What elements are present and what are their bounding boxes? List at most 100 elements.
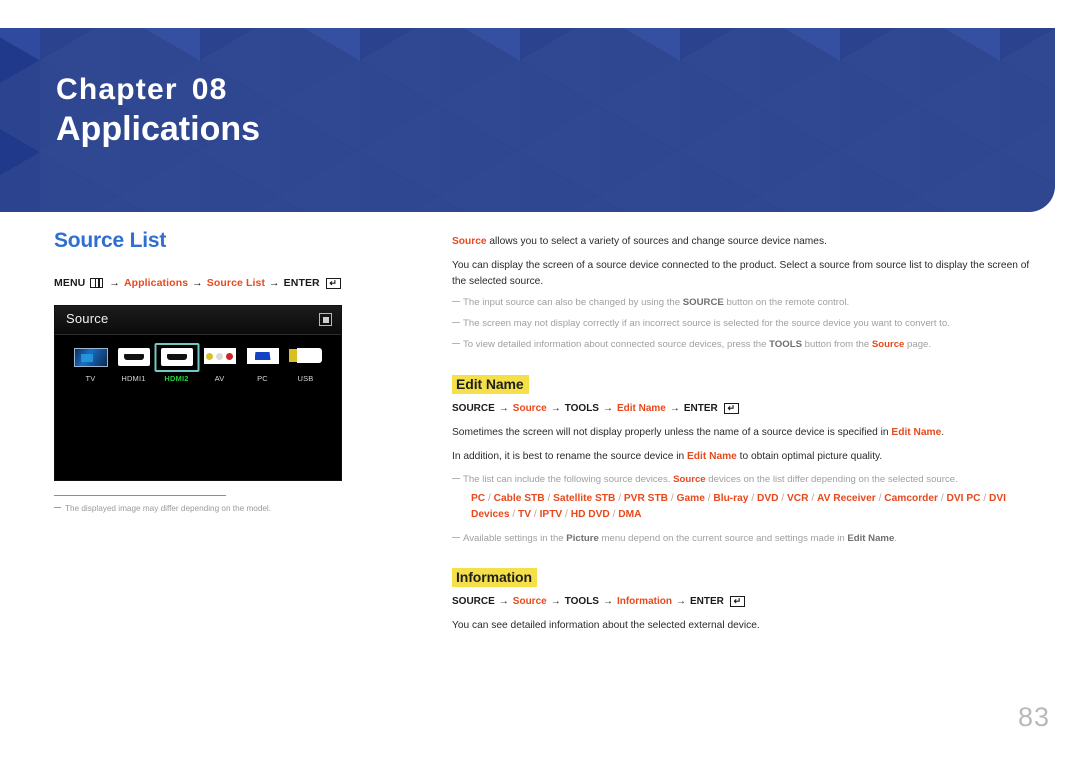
- menu-path-start: MENU: [54, 277, 86, 289]
- vga-port-icon: [246, 348, 280, 367]
- path-arrow: →: [498, 596, 509, 608]
- footnote-text: The displayed image may differ depending…: [65, 504, 272, 513]
- source-item-tv[interactable]: TV: [69, 348, 112, 383]
- footnote-divider: [54, 495, 226, 496]
- path-arrow: →: [109, 277, 120, 289]
- device-name: IPTV: [539, 508, 563, 520]
- source-item-label: TV: [85, 374, 96, 383]
- note-bold-edit-name: Edit Name: [847, 532, 895, 544]
- path-arrow: →: [550, 596, 561, 608]
- cmd-item-information[interactable]: Information: [617, 596, 672, 607]
- return-icon[interactable]: [319, 313, 332, 326]
- left-column: Source List MENU → Applications → Source…: [54, 229, 404, 514]
- chapter-title: Applications: [56, 110, 261, 149]
- subsection-heading-information: Information: [452, 568, 537, 588]
- menu-path-item-applications[interactable]: Applications: [124, 277, 188, 289]
- note-accent-source: Source: [673, 474, 706, 486]
- device-separator: /: [668, 492, 677, 504]
- device-separator: /: [562, 508, 571, 520]
- menu-navigation-path: MENU → Applications → Source List → ENTE…: [54, 277, 404, 289]
- source-item-av[interactable]: AV: [198, 348, 241, 383]
- menu-grid-icon: [90, 278, 104, 288]
- av-rca-icon: [203, 348, 237, 367]
- device-name: DVD: [756, 492, 779, 504]
- note-text-post: .: [894, 532, 897, 544]
- device-name: TV: [518, 508, 532, 520]
- device-name: DMA: [618, 508, 642, 520]
- note-tools-button: To view detailed information about conne…: [452, 338, 1032, 353]
- note-text-post: devices on the list differ depending on …: [705, 474, 958, 486]
- menu-path-item-source-list[interactable]: Source List: [207, 277, 265, 289]
- source-item-hdmi2[interactable]: HDMI2: [154, 343, 199, 383]
- source-item-label: HDMI1: [121, 374, 146, 383]
- page-number: 83: [1017, 702, 1050, 732]
- note-text-mid: button from the: [801, 339, 872, 351]
- note-source-button: The input source can also be changed by …: [452, 296, 1032, 311]
- para-text-pre: In addition, it is best to rename the so…: [452, 451, 688, 463]
- dash-marker: [452, 343, 460, 345]
- path-arrow: →: [669, 402, 680, 414]
- enter-key-icon: ↵: [325, 277, 341, 289]
- note-incorrect-source: The screen may not display correctly if …: [452, 317, 1032, 332]
- accent-edit-name: Edit Name: [891, 426, 942, 438]
- device-name: DVI PC: [946, 492, 981, 504]
- dash-marker: [452, 322, 460, 324]
- edit-name-paragraph-2: In addition, it is best to rename the so…: [452, 449, 1032, 465]
- path-arrow: →: [550, 402, 561, 414]
- cmd-end: ENTER: [683, 402, 718, 414]
- source-item-hdmi1[interactable]: HDMI1: [112, 348, 155, 383]
- dash-marker: [452, 478, 460, 480]
- dash-marker: [54, 507, 61, 508]
- dash-marker: [452, 536, 460, 538]
- note-text-pre: The list can include the following sourc…: [463, 474, 674, 486]
- menu-path-end: ENTER: [283, 277, 320, 289]
- intro-1-text: allows you to select a variety of source…: [486, 236, 827, 247]
- path-arrow: →: [602, 402, 613, 414]
- device-name: AV Receiver: [817, 492, 876, 504]
- device-name: Satellite STB: [553, 492, 616, 504]
- edit-name-paragraph-1: Sometimes the screen will not display pr…: [452, 425, 1032, 441]
- footnote-text-row: The displayed image may differ depending…: [54, 503, 344, 514]
- device-separator: /: [544, 492, 554, 504]
- tv-titlebar: Source: [55, 306, 341, 335]
- source-accent: Source: [452, 236, 487, 247]
- device-separator: /: [980, 492, 989, 504]
- cmd-start: SOURCE: [452, 402, 495, 414]
- source-item-usb[interactable]: USB: [284, 348, 327, 383]
- cmd-start: SOURCE: [452, 596, 495, 608]
- device-separator: /: [485, 492, 494, 504]
- note-text-tail: page.: [904, 339, 932, 351]
- cmd-item-tools: TOOLS: [564, 596, 599, 608]
- chapter-heading: Chapter 08 Applications: [56, 72, 260, 150]
- information-command-path: SOURCE → Source → TOOLS → Information → …: [452, 596, 1032, 608]
- path-arrow: →: [269, 277, 280, 289]
- device-separator: /: [531, 508, 540, 520]
- device-separator: /: [938, 492, 947, 504]
- device-name: Camcorder: [884, 492, 939, 504]
- supported-device-list: PC / Cable STB / Satellite STB / PVR STB…: [452, 491, 1032, 523]
- cmd-item-source[interactable]: Source: [513, 596, 547, 607]
- device-separator: /: [509, 508, 519, 520]
- information-paragraph: You can see detailed information about t…: [452, 620, 760, 632]
- page-title: Source List: [54, 229, 167, 252]
- usb-icon: [289, 348, 323, 367]
- device-separator: /: [808, 492, 818, 504]
- cmd-item-edit-name[interactable]: Edit Name: [617, 403, 666, 414]
- note-bold-tools: TOOLS: [769, 339, 802, 351]
- chapter-label-row: Chapter 08: [56, 72, 260, 107]
- note-bold-picture: Picture: [566, 532, 599, 544]
- right-column: Source allows you to select a variety of…: [452, 234, 1032, 643]
- hdmi-port-icon: [117, 348, 151, 367]
- source-item-pc[interactable]: PC: [241, 348, 284, 383]
- cmd-item-source[interactable]: Source: [513, 403, 547, 414]
- device-separator: /: [609, 508, 619, 520]
- source-item-label: PC: [257, 374, 268, 383]
- note-text-pre: To view detailed information about conne…: [463, 339, 770, 351]
- device-separator: /: [778, 492, 787, 504]
- cmd-item-tools: TOOLS: [564, 402, 599, 414]
- chapter-banner: Chapter 08 Applications: [0, 28, 1055, 212]
- device-name: PC: [471, 492, 486, 504]
- image-footnote: The displayed image may differ depending…: [54, 495, 344, 514]
- path-arrow: →: [192, 277, 203, 289]
- intro-paragraph-1: Source allows you to select a variety of…: [452, 234, 1032, 250]
